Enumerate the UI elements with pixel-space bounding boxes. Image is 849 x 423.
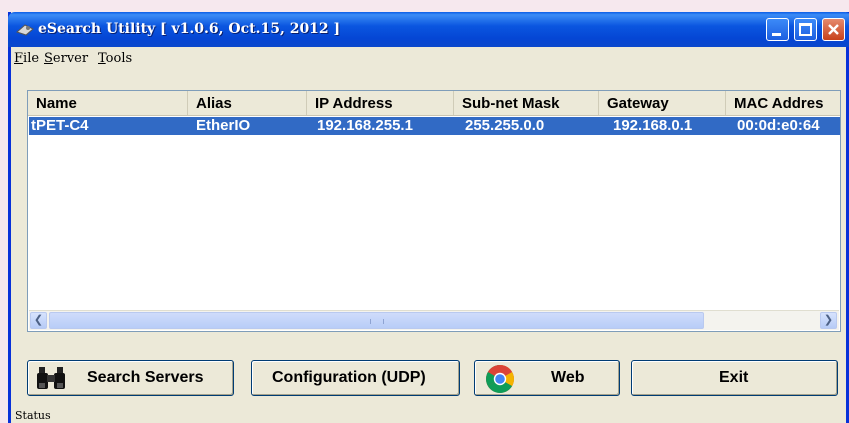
column-header-ip-address[interactable]: IP Address bbox=[307, 91, 454, 115]
cell-mac-address: 00:0d:e0:64 bbox=[737, 117, 820, 134]
exit-label: Exit bbox=[719, 369, 749, 386]
column-header-gateway[interactable]: Gateway bbox=[599, 91, 726, 115]
esearch-app-icon bbox=[16, 24, 34, 36]
window-title: eSearch Utility [ v1.0.6, Oct.15, 2012 ] bbox=[38, 21, 341, 37]
column-header-subnet-mask[interactable]: Sub-net Mask bbox=[454, 91, 599, 115]
cell-subnet-mask: 255.255.0.0 bbox=[465, 117, 545, 134]
server-list[interactable]: Name Alias IP Address Sub-net Mask Gatew… bbox=[27, 90, 841, 332]
close-button[interactable] bbox=[822, 18, 845, 41]
menu-tools[interactable]: Tools bbox=[98, 51, 132, 66]
chevron-left-icon: ❮ bbox=[33, 314, 44, 326]
scroll-right-button[interactable]: ❯ bbox=[820, 312, 837, 329]
cell-name: tPET-C4 bbox=[31, 117, 89, 134]
horizontal-scrollbar[interactable]: ❮ ❯ bbox=[29, 310, 839, 330]
cell-ip-address: 192.168.255.1 bbox=[317, 117, 413, 134]
chevron-right-icon: ❯ bbox=[823, 314, 834, 326]
list-header: Name Alias IP Address Sub-net Mask Gatew… bbox=[28, 91, 840, 116]
table-row[interactable]: tPET-C4 EtherIO 192.168.255.1 255.255.0.… bbox=[29, 117, 840, 135]
title-bar[interactable]: eSearch Utility [ v1.0.6, Oct.15, 2012 ] bbox=[8, 12, 849, 47]
scrollbar-thumb[interactable] bbox=[49, 312, 704, 329]
web-label: Web bbox=[551, 369, 585, 386]
minimize-button[interactable] bbox=[766, 18, 789, 41]
maximize-button[interactable] bbox=[794, 18, 817, 41]
scroll-left-button[interactable]: ❮ bbox=[30, 312, 47, 329]
scroll-grip-icon bbox=[370, 319, 384, 324]
menu-server[interactable]: Server bbox=[44, 51, 88, 66]
maximize-icon bbox=[799, 23, 812, 36]
menu-file[interactable]: File bbox=[14, 51, 39, 66]
column-header-mac-address[interactable]: MAC Addres bbox=[726, 91, 840, 115]
chrome-browser-icon bbox=[486, 365, 514, 393]
cell-alias: EtherIO bbox=[196, 117, 251, 134]
menu-bar: File Server Tools bbox=[11, 47, 846, 71]
cell-gateway: 192.168.0.1 bbox=[613, 117, 693, 134]
configuration-udp-button[interactable]: Configuration (UDP) bbox=[251, 360, 460, 396]
status-text: Status bbox=[15, 409, 51, 422]
esearch-window: eSearch Utility [ v1.0.6, Oct.15, 2012 ]… bbox=[8, 12, 849, 423]
column-header-alias[interactable]: Alias bbox=[188, 91, 307, 115]
status-bar: Status bbox=[11, 409, 846, 423]
search-servers-label: Search Servers bbox=[87, 369, 204, 386]
column-header-name[interactable]: Name bbox=[28, 91, 188, 115]
configuration-udp-label: Configuration (UDP) bbox=[272, 369, 426, 386]
minimize-icon bbox=[772, 33, 781, 36]
exit-button[interactable]: Exit bbox=[631, 360, 838, 396]
web-button[interactable]: Web bbox=[474, 360, 620, 396]
close-icon bbox=[828, 24, 839, 35]
search-servers-button[interactable]: Search Servers bbox=[27, 360, 234, 396]
binoculars-icon bbox=[37, 367, 65, 389]
